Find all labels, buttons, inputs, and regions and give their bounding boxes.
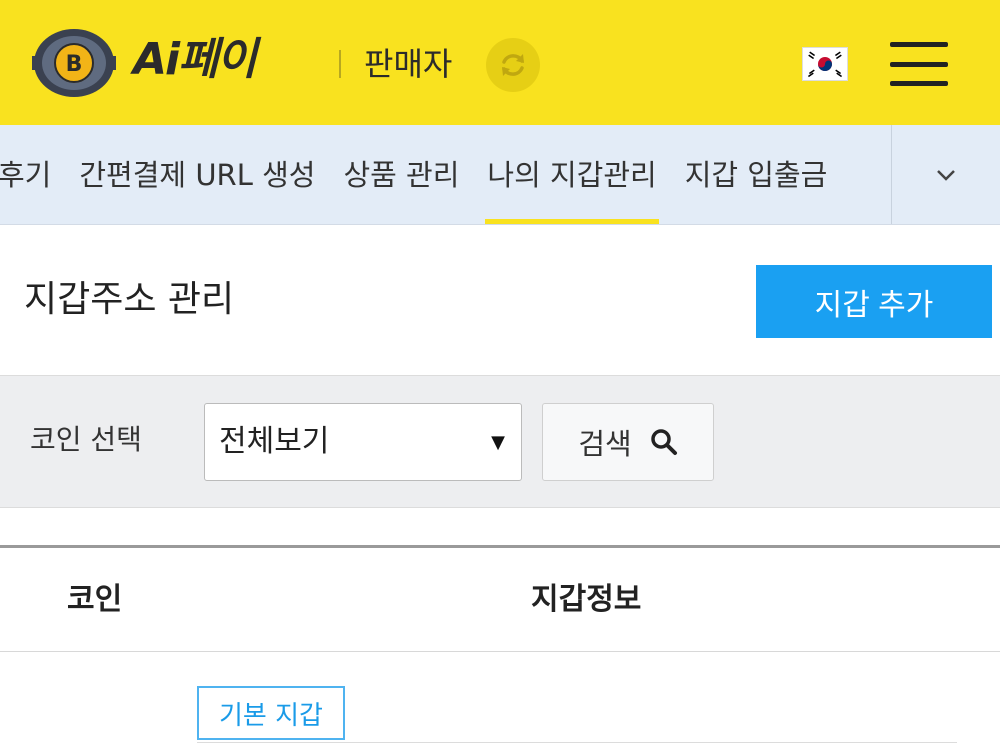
coin-select-dropdown[interactable]: 전체보기 ▼ [204,403,522,481]
search-button-label: 검색 [578,427,632,461]
hamburger-menu-button[interactable] [890,42,948,86]
nav-more-button[interactable] [891,125,1000,224]
tab-reviews[interactable]: 후기 [0,125,65,224]
role-switch-button[interactable] [486,38,540,92]
default-wallet-badge: 기본 지갑 [197,686,345,740]
dropdown-caret-icon: ▼ [491,432,505,453]
korea-flag-icon [805,50,845,78]
hamburger-menu-icon [890,42,948,47]
column-header-wallet-info: 지갑정보 [531,582,642,617]
role-label: 판매자 [364,45,453,83]
tab-my-wallet[interactable]: 나의 지갑관리 [473,125,670,224]
header-divider [339,50,341,78]
add-wallet-button[interactable]: 지갑 추가 [756,265,992,338]
column-header-coin: 코인 [67,582,123,617]
tab-product-management[interactable]: 상품 관리 [329,125,473,224]
chevron-down-icon [937,170,955,181]
tab-quick-pay-url[interactable]: 간편결제 URL 생성 [65,125,329,224]
coin-select-label: 코인 선택 [30,423,142,456]
language-flag-button[interactable] [802,47,848,81]
filter-bar: 코인 선택 전체보기 ▼ 검색 [0,375,1000,508]
brand-logo-text[interactable]: Ai페이 [133,30,257,90]
wallet-table-header: 코인 지갑정보 [0,545,1000,652]
tab-wallet-deposit-withdraw[interactable]: 지갑 입출금 [671,125,842,224]
search-icon [650,429,677,455]
row-divider [197,742,957,743]
nav-tab-bar: 후기 간편결제 URL 생성 상품 관리 나의 지갑관리 지갑 입출금 [0,125,1000,225]
app-header: B Ai페이 판매자 [0,0,1000,125]
bitcoin-logo-icon[interactable]: B [32,26,116,100]
page-title: 지갑주소 관리 [24,279,235,320]
refresh-icon [502,54,524,76]
coin-select-value: 전체보기 [219,424,330,459]
search-button[interactable]: 검색 [542,403,714,481]
svg-text:B: B [66,52,83,77]
